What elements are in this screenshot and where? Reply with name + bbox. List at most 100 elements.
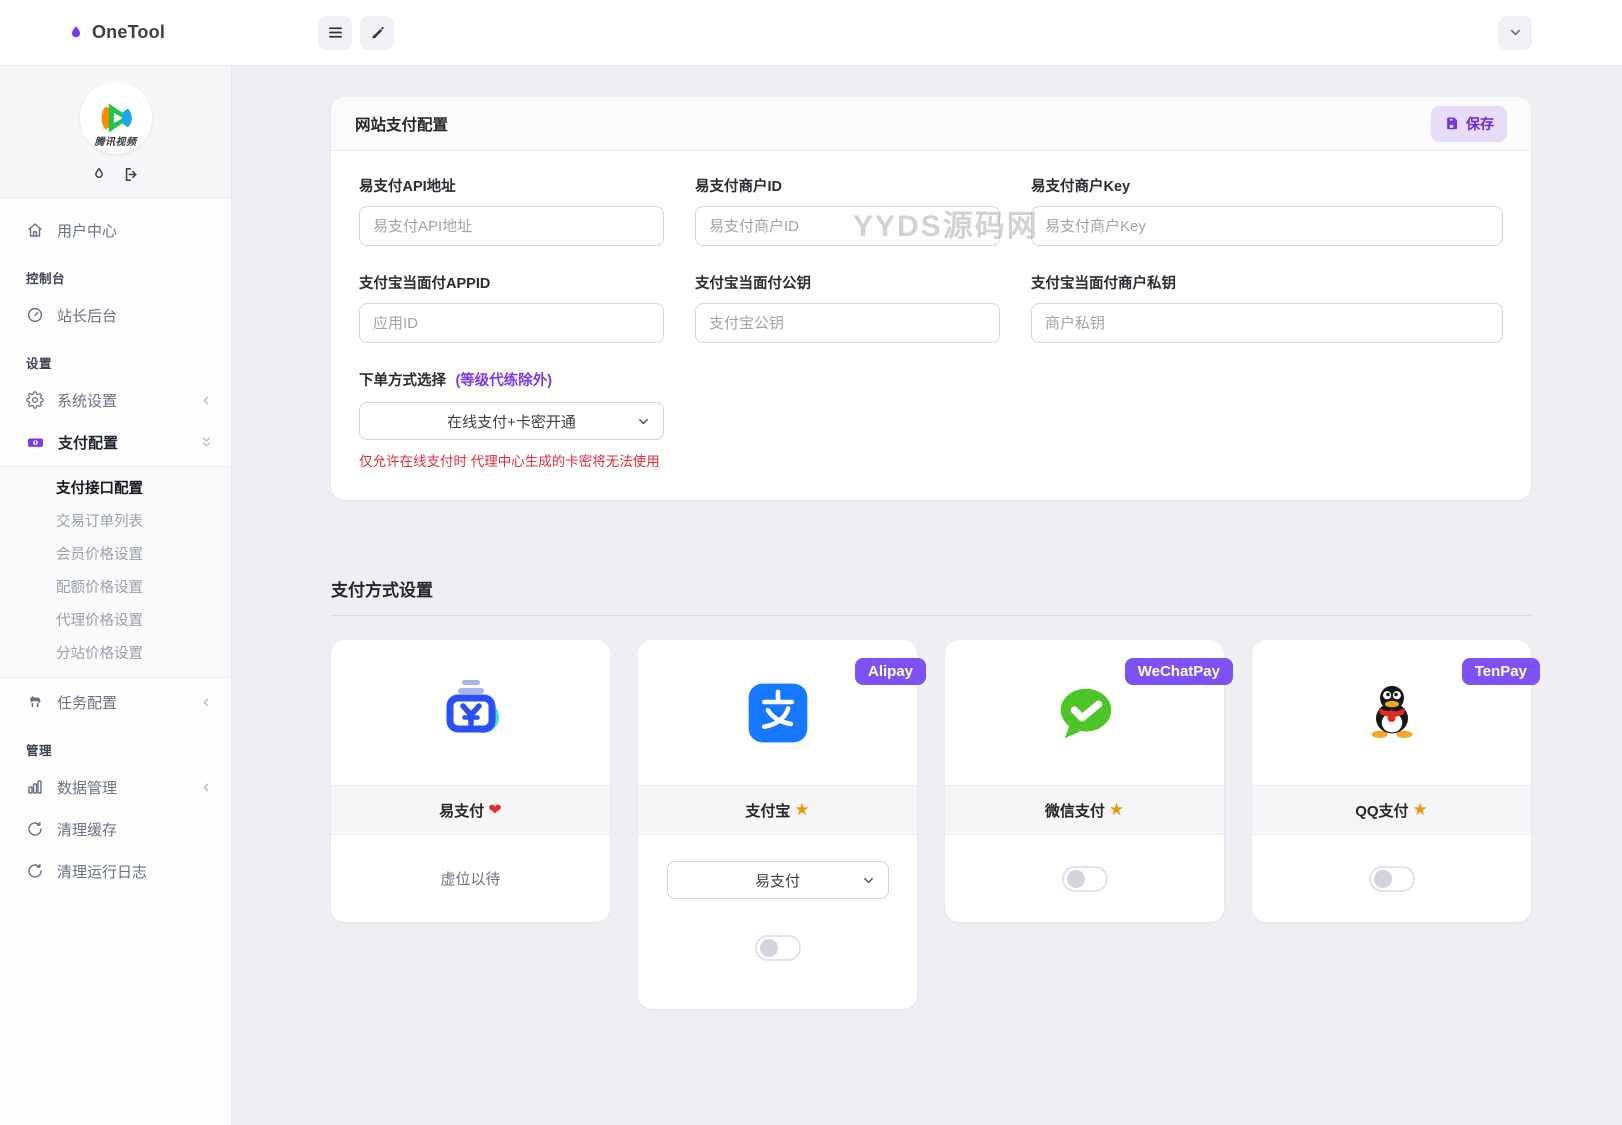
brand-name: OneTool [92,22,165,43]
user-menu-button[interactable] [1498,16,1532,50]
epay-api-input[interactable] [359,206,664,246]
star-icon: ★ [1413,800,1428,820]
field-alipay-public-key: 支付宝当面付公钥 [695,272,1000,343]
pm-card-note: 虚位以待 [440,868,500,889]
field-epay-merchant-id: 易支付商户ID [695,175,1000,246]
field-epay-merchant-key: 易支付商户Key [1031,175,1503,246]
toy-horse-icon [26,693,44,711]
alipay-badge: Alipay [855,658,926,685]
droplet-icon [91,166,107,183]
alipay-public-key-input[interactable] [695,303,1000,343]
wechat-enable-toggle[interactable] [1062,866,1108,892]
field-label: 易支付商户ID [695,175,1000,196]
qq-penguin-icon [1360,681,1424,745]
chevron-left-icon [200,394,213,407]
floppy-disk-icon [1444,116,1459,131]
alipay-appid-input[interactable] [359,303,664,343]
epay-merchant-id-input[interactable] [695,206,1000,246]
field-label: 支付宝当面付公钥 [695,272,1000,293]
main-content: 网站支付配置 保存 易支付API地址 易支付商户ID 易支付商户Ke [232,66,1622,1125]
sidebar-item-clear-cache[interactable]: 清理缓存 [0,811,231,847]
chevron-left-icon [200,781,213,794]
field-label: 支付宝当面付APPID [359,272,664,293]
pm-card-alipay: Alipay 支付宝 ★ 易支付 [638,640,917,1009]
save-button[interactable]: 保存 [1431,106,1507,142]
avatar[interactable]: 腾讯视频 [80,82,152,154]
pm-card-qq: TenPay [1252,640,1531,922]
paintbrush-icon [369,24,386,41]
save-button-label: 保存 [1466,114,1494,134]
sidebar-item-label: 支付配置 [58,432,118,453]
sidebar-item-user-center[interactable]: 用户中心 [0,212,231,248]
double-chevron-down-icon [200,435,213,450]
order-mode-block: 下单方式选择 (等级代练除外) 在线支付+卡密开通 仅允许在线支付时 代理中心生… [359,369,1503,470]
alipay-icon [745,680,811,746]
star-icon: ★ [794,800,809,820]
theme-button[interactable] [360,16,394,50]
nav-group-console: 控制台 [0,248,231,297]
field-alipay-appid: 支付宝当面付APPID [359,272,664,343]
order-mode-warning: 仅允许在线支付时 代理中心生成的卡密将无法使用 [359,450,1503,470]
sidebar-item-label: 数据管理 [57,777,117,798]
alipay-channel-value: 易支付 [755,870,800,891]
field-label: 易支付商户Key [1031,175,1503,196]
pm-card-name: 微信支付 [1045,800,1105,821]
submenu-item-substation-price[interactable]: 分站价格设置 [0,638,231,671]
alipay-private-key-input[interactable] [1031,303,1503,343]
submenu-item-member-price[interactable]: 会员价格设置 [0,539,231,572]
sidebar: 腾讯视频 用户中心 控制台 [0,66,232,1125]
refresh-icon [26,862,44,880]
qq-enable-toggle[interactable] [1369,866,1415,892]
field-epay-api: 易支付API地址 [359,175,664,246]
logout-icon [123,166,140,183]
sidebar-item-label: 用户中心 [57,220,117,241]
pm-card-name: 易支付 [439,800,484,821]
sidebar-item-system-settings[interactable]: 系统设置 [0,382,231,418]
sidebar-item-webmaster[interactable]: 站长后台 [0,297,231,333]
sidebar-collapse-button[interactable] [318,16,352,50]
chevron-left-icon [200,696,213,709]
tenpay-badge: TenPay [1462,658,1540,685]
order-mode-value: 在线支付+卡密开通 [447,411,576,432]
pm-card-epay: 易支付 ❤ 虚位以待 [331,640,610,922]
epay-merchant-key-input[interactable] [1031,206,1503,246]
banknote-icon [26,433,45,452]
theme-droplet-button[interactable] [91,166,107,183]
payment-methods-title: 支付方式设置 [331,576,1531,601]
topbar: OneTool [0,0,1622,66]
submenu-item-payment-interface[interactable]: 支付接口配置 [0,473,231,506]
wechat-pay-icon [1050,678,1120,748]
nav-group-manage: 管理 [0,720,231,769]
gear-icon [26,391,44,409]
sidebar-item-clear-logs[interactable]: 清理运行日志 [0,853,231,889]
sidebar-item-label: 系统设置 [57,390,117,411]
order-mode-select[interactable]: 在线支付+卡密开通 [359,402,664,440]
sidebar-item-label: 清理缓存 [57,819,117,840]
divider [331,615,1531,616]
home-icon [26,221,44,239]
sidebar-item-label: 任务配置 [57,692,117,713]
order-mode-note-link[interactable]: (等级代练除外) [455,373,552,389]
field-label: 易支付API地址 [359,175,664,196]
alipay-enable-toggle[interactable] [755,935,801,961]
alipay-channel-select[interactable]: 易支付 [667,861,889,899]
field-alipay-private-key: 支付宝当面付商户私钥 [1031,272,1503,343]
chevron-down-icon [636,414,651,429]
order-mode-label: 下单方式选择 [359,373,446,389]
payment-config-submenu: 支付接口配置 交易订单列表 会员价格设置 配额价格设置 代理价格设置 分站价格设… [0,466,231,678]
avatar-caption: 腾讯视频 [80,133,152,148]
sidebar-item-data-manage[interactable]: 数据管理 [0,769,231,805]
submenu-item-order-list[interactable]: 交易订单列表 [0,506,231,539]
sidebar-item-task-config[interactable]: 任务配置 [0,684,231,720]
submenu-item-agent-price[interactable]: 代理价格设置 [0,605,231,638]
sidebar-item-payment-config[interactable]: 支付配置 [0,424,231,460]
submenu-item-quota-price[interactable]: 配额价格设置 [0,572,231,605]
field-label: 支付宝当面付商户私钥 [1031,272,1503,293]
logout-button[interactable] [123,166,140,183]
sidebar-item-label: 清理运行日志 [57,861,147,882]
pm-card-name: 支付宝 [745,800,790,821]
card-title: 网站支付配置 [355,113,448,135]
pm-card-name: QQ支付 [1355,800,1408,821]
refresh-icon [26,820,44,838]
droplet-logo-icon [67,24,85,42]
